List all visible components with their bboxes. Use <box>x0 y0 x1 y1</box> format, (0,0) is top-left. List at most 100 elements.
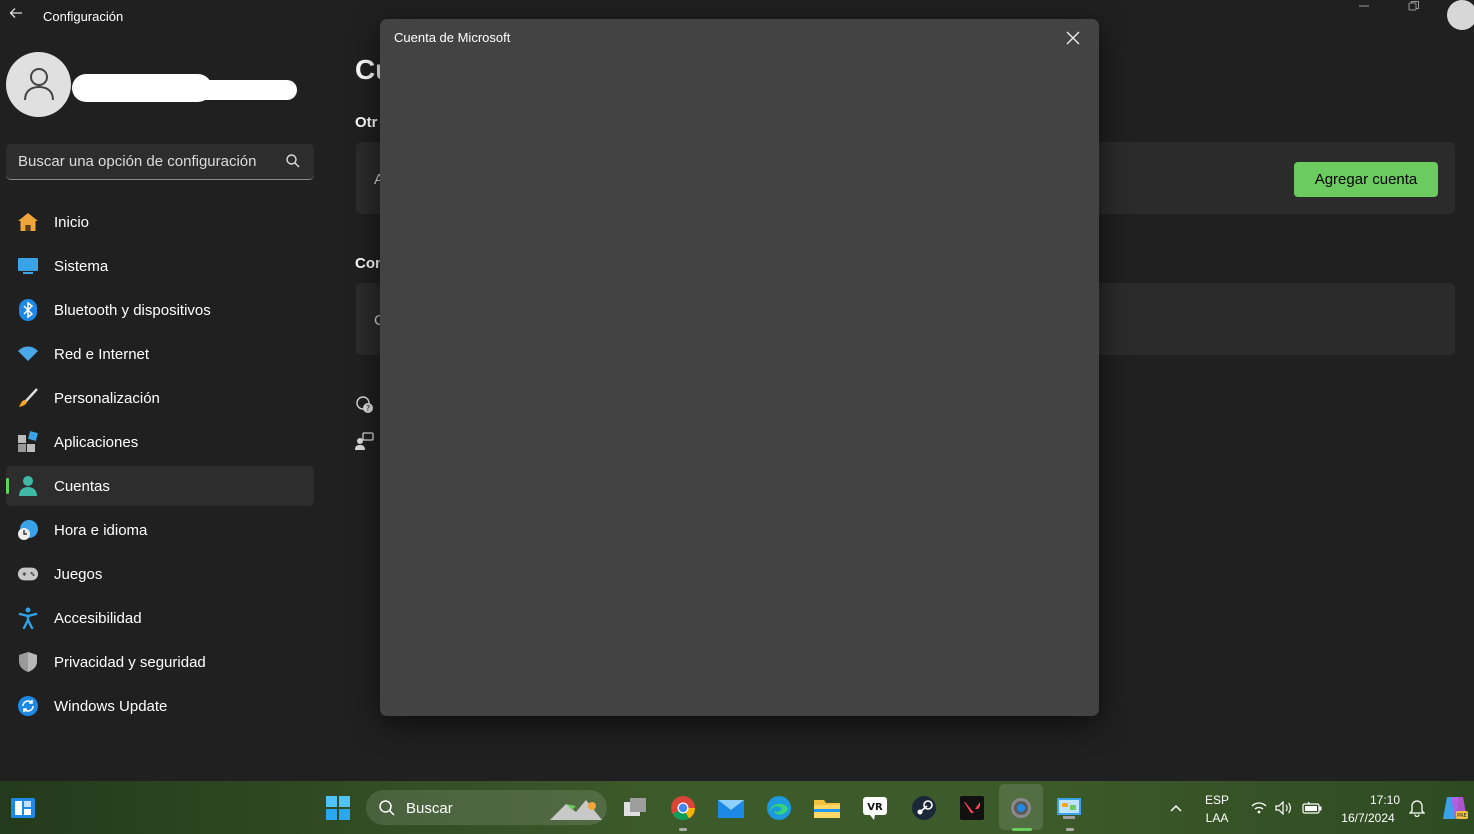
svg-text:VR: VR <box>867 802 883 813</box>
edge-button[interactable] <box>764 793 794 823</box>
bluetooth-icon <box>17 299 39 321</box>
wifi-icon <box>1251 802 1267 814</box>
search-icon[interactable] <box>285 153 301 169</box>
sidebar-item-label: Aplicaciones <box>54 433 139 451</box>
volume-button[interactable] <box>1269 793 1299 823</box>
back-arrow-icon <box>9 8 22 18</box>
sidebar-item-red[interactable]: Red e Internet <box>6 334 314 374</box>
windows-logo-icon <box>326 796 350 820</box>
monitor-icon <box>17 255 39 277</box>
globe-clock-icon <box>17 519 39 541</box>
gear-icon <box>1011 798 1031 818</box>
accessibility-icon <box>17 607 39 629</box>
screen-capture-icon[interactable] <box>1447 0 1474 30</box>
taskbar-search-label: Buscar <box>406 800 453 817</box>
mail-icon <box>718 800 744 818</box>
sidebar-item-label: Accesibilidad <box>54 609 142 627</box>
control-panel-running-indicator <box>1066 828 1074 831</box>
task-view-icon <box>624 798 646 816</box>
start-button[interactable] <box>323 793 353 823</box>
sidebar-item-label: Red e Internet <box>54 345 150 363</box>
sidebar-item-cuentas[interactable]: Cuentas <box>6 466 314 506</box>
svg-text:?: ? <box>366 404 370 413</box>
search-icon <box>379 800 395 816</box>
widgets-icon <box>11 798 35 818</box>
battery-button[interactable] <box>1297 793 1327 823</box>
feedback-icon[interactable] <box>355 431 375 451</box>
minimize-icon <box>1359 5 1369 7</box>
gamepad-icon <box>17 563 39 585</box>
brush-icon <box>17 387 39 409</box>
dialog-close-button[interactable] <box>1063 28 1083 48</box>
back-button[interactable] <box>6 6 26 26</box>
steam-button[interactable] <box>909 793 939 823</box>
sidebar-item-bluetooth[interactable]: Bluetooth y dispositivos <box>6 290 314 330</box>
person-outline-icon <box>24 68 54 101</box>
sidebar-item-label: Inicio <box>54 213 90 231</box>
person-icon <box>17 475 39 497</box>
widgets-button[interactable] <box>8 793 38 823</box>
sidebar-item-aplicaciones[interactable]: Aplicaciones <box>6 422 314 462</box>
folder-icon <box>814 800 840 818</box>
help-icon[interactable]: ? <box>355 395 375 415</box>
settings-taskbar-button[interactable] <box>1006 793 1036 823</box>
sidebar-item-label: Hora e idioma <box>54 521 148 539</box>
sidebar-item-juegos[interactable]: Juegos <box>6 554 314 594</box>
sidebar-item-privacidad[interactable]: Privacidad y seguridad <box>6 642 314 682</box>
restore-button[interactable] <box>1408 0 1422 14</box>
language-indicator-line2[interactable]: LAA <box>1200 811 1234 825</box>
notifications-button[interactable] <box>1402 793 1432 823</box>
sidebar-item-label: Privacidad y seguridad <box>54 653 206 671</box>
sidebar-nav: Inicio Sistema Bluetooth y dispositivos … <box>6 202 314 730</box>
home-icon <box>17 211 39 233</box>
task-view-button[interactable] <box>620 793 650 823</box>
section-header-other: Otr <box>355 114 378 131</box>
clock-date[interactable]: 16/7/2024 <box>1336 811 1400 825</box>
taskbar-search[interactable]: Buscar <box>366 790 607 825</box>
chrome-button[interactable] <box>668 793 698 823</box>
control-panel-icon <box>1057 798 1081 819</box>
wifi-icon <box>17 343 39 365</box>
chrome-running-indicator <box>679 828 687 831</box>
chevron-up-icon <box>1170 804 1182 812</box>
control-panel-button[interactable] <box>1054 793 1084 823</box>
speaker-icon <box>1275 801 1291 815</box>
dialog-title: Cuenta de Microsoft <box>394 30 511 45</box>
restore-icon <box>1408 1 1419 11</box>
settings-search-input[interactable] <box>6 144 276 179</box>
edge-icon <box>767 796 791 820</box>
avatar[interactable] <box>6 52 71 117</box>
sidebar-item-accesibilidad[interactable]: Accesibilidad <box>6 598 314 638</box>
language-indicator-line1[interactable]: ESP <box>1200 793 1234 807</box>
valorant-icon <box>960 796 984 820</box>
sidebar-item-label: Bluetooth y dispositivos <box>54 301 211 319</box>
battery-icon <box>1302 801 1322 814</box>
mail-button[interactable] <box>716 793 746 823</box>
minimize-button[interactable] <box>1358 0 1372 14</box>
close-icon <box>1066 31 1080 45</box>
sidebar-item-hora[interactable]: Hora e idioma <box>6 510 314 550</box>
sidebar-item-sistema[interactable]: Sistema <box>6 246 314 286</box>
add-account-button[interactable]: Agregar cuenta <box>1294 162 1438 197</box>
sidebar-item-inicio[interactable]: Inicio <box>6 202 314 242</box>
chrome-icon <box>671 796 695 821</box>
svg-text:PRE: PRE <box>1457 813 1467 819</box>
sidebar-item-personalizacion[interactable]: Personalización <box>6 378 314 418</box>
microsoft-account-dialog: Cuenta de Microsoft <box>380 19 1099 716</box>
vr-app-button[interactable]: VR <box>860 793 890 823</box>
copilot-button[interactable]: PRE <box>1440 793 1470 823</box>
sidebar-item-label: Cuentas <box>54 477 110 495</box>
update-icon <box>17 695 39 717</box>
show-hidden-icons-button[interactable] <box>1161 793 1191 823</box>
file-explorer-button[interactable] <box>812 793 842 823</box>
sidebar-item-label: Sistema <box>54 257 109 275</box>
app-title: Configuración <box>43 9 124 24</box>
taskbar: Buscar VR ESP LAA 17:10 16/7/2024 PRE <box>0 781 1474 834</box>
settings-search-box[interactable] <box>6 144 314 180</box>
sidebar-item-label: Personalización <box>54 389 160 407</box>
sidebar-item-windows-update[interactable]: Windows Update <box>6 686 314 726</box>
settings-running-indicator <box>1012 828 1032 831</box>
steam-icon <box>912 796 936 820</box>
valorant-button[interactable] <box>957 793 987 823</box>
sidebar-item-label: Windows Update <box>54 697 168 715</box>
